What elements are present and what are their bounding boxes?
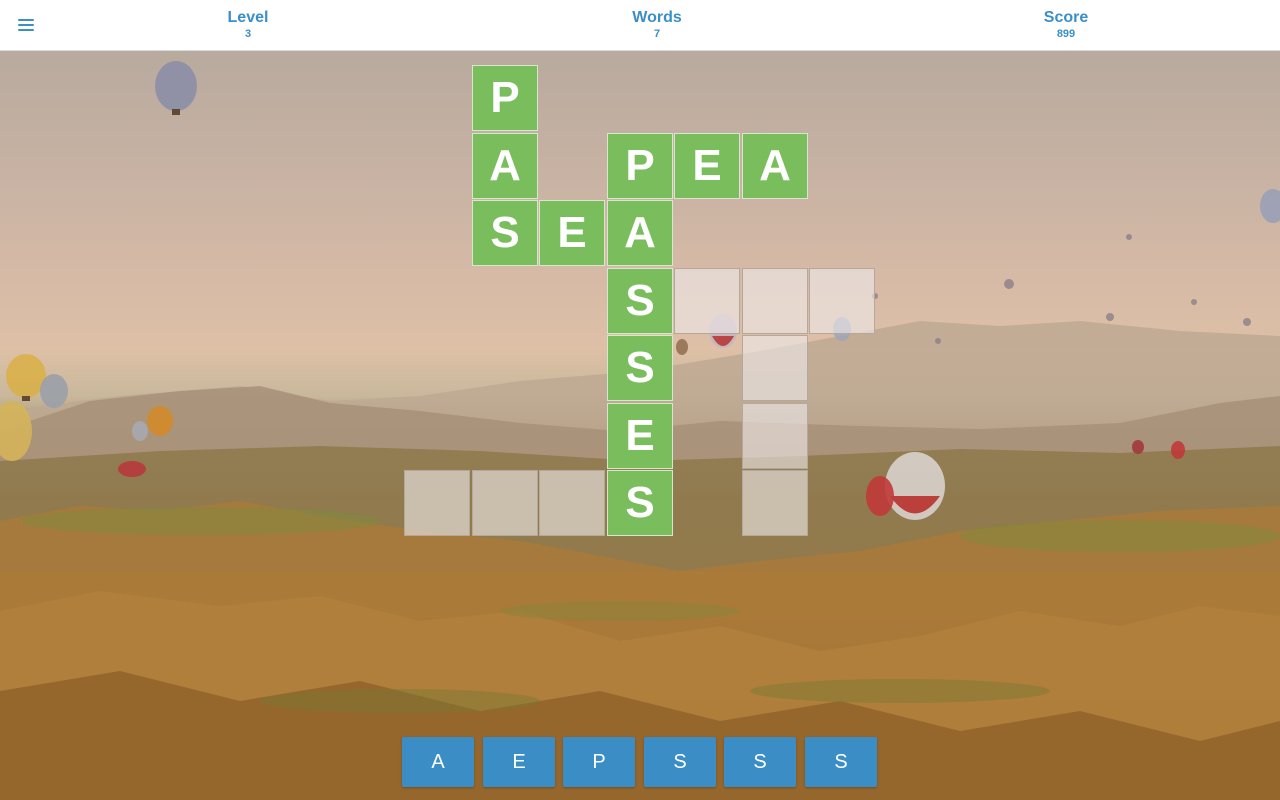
filled-cell: E — [607, 403, 673, 469]
filled-cell: S — [607, 335, 673, 401]
filled-cell: S — [607, 268, 673, 334]
menu-line — [18, 24, 34, 26]
score-stat: Score 899 — [986, 9, 1146, 41]
words-value: 7 — [653, 28, 661, 40]
words-label: Words — [632, 9, 682, 26]
filled-cell: S — [472, 200, 538, 266]
filled-cell: A — [472, 133, 538, 199]
words-stat: Words 7 — [577, 9, 737, 41]
level-stat: Level 3 — [168, 9, 328, 41]
letter-button-a[interactable]: A — [402, 737, 474, 787]
empty-cell — [742, 268, 808, 334]
hamburger-menu-icon[interactable] — [18, 17, 36, 33]
empty-cell — [674, 268, 740, 334]
empty-cell — [472, 470, 538, 536]
filled-cell: E — [674, 133, 740, 199]
letter-button-s[interactable]: S — [644, 737, 716, 787]
letter-button-e[interactable]: E — [483, 737, 555, 787]
letter-button-s[interactable]: S — [724, 737, 796, 787]
empty-cell — [539, 470, 605, 536]
score-value: 899 — [1056, 28, 1076, 40]
empty-cell — [742, 403, 808, 469]
empty-cell — [742, 335, 808, 401]
menu-line — [18, 19, 34, 21]
filled-cell: S — [607, 470, 673, 536]
letter-button-s[interactable]: S — [805, 737, 877, 787]
menu-line — [18, 29, 34, 31]
empty-cell — [809, 268, 875, 334]
filled-cell: A — [607, 200, 673, 266]
letter-button-p[interactable]: P — [563, 737, 635, 787]
level-value: 3 — [244, 28, 252, 40]
score-label: Score — [1043, 9, 1089, 26]
top-bar: Level 3 Words 7 Score 899 — [0, 0, 1280, 51]
empty-cell — [742, 470, 808, 536]
filled-cell: A — [742, 133, 808, 199]
empty-cell — [404, 470, 470, 536]
filled-cell: P — [607, 133, 673, 199]
balloon-icon — [155, 61, 197, 115]
level-label: Level — [227, 9, 269, 26]
filled-cell: E — [539, 200, 605, 266]
filled-cell: P — [472, 65, 538, 131]
